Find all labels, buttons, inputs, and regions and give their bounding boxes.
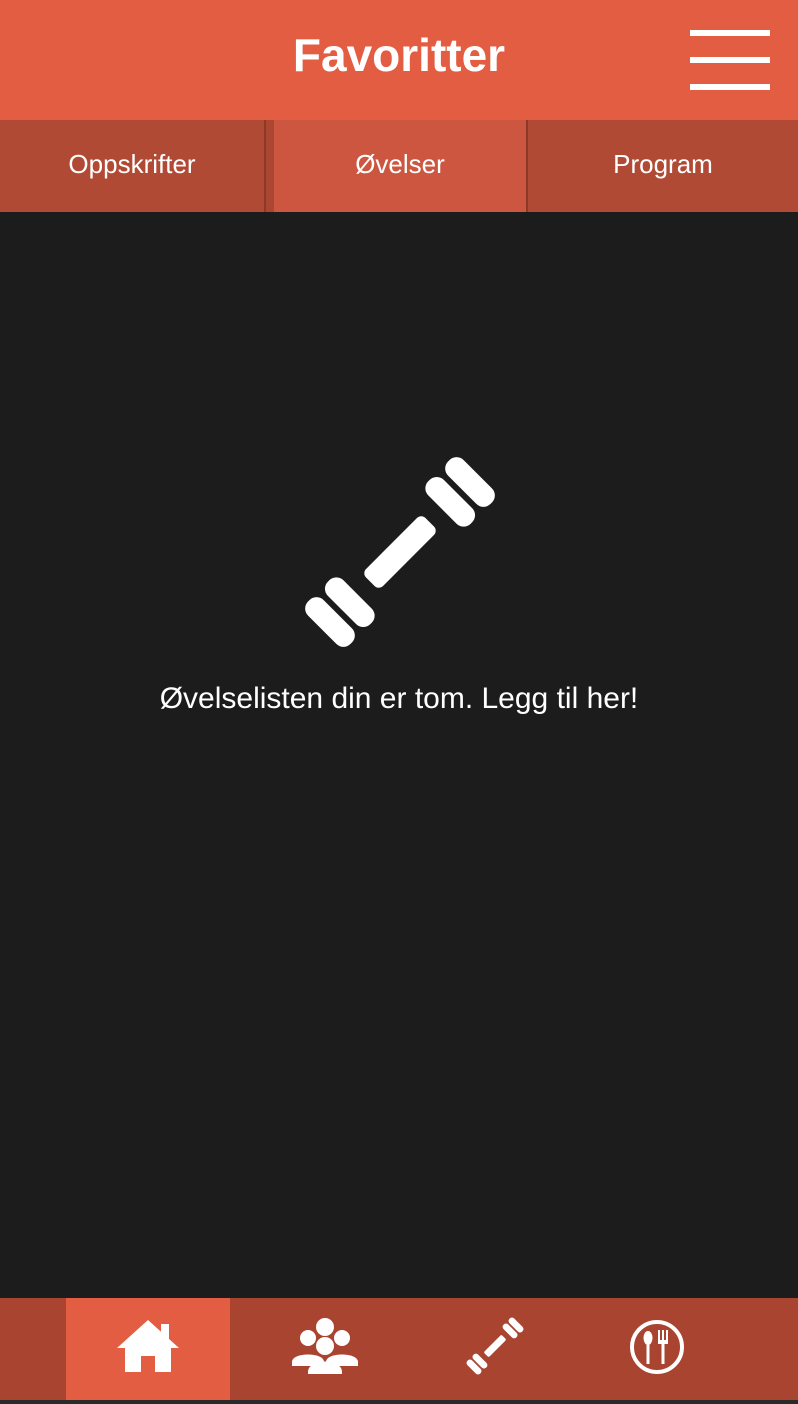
menu-bar-line (690, 30, 770, 36)
plate-cutlery-icon (630, 1320, 684, 1374)
nav-exercises[interactable] (420, 1298, 570, 1402)
dumbbell-icon (466, 1317, 524, 1375)
empty-list-message[interactable]: Øvelselisten din er tom. Legg til her! (0, 682, 798, 716)
menu-bar-line (690, 84, 770, 90)
nav-recipes[interactable] (590, 1298, 740, 1402)
tab-divider (264, 120, 266, 212)
favorites-content: Øvelselisten din er tom. Legg til her! (0, 212, 798, 1298)
nav-community[interactable] (250, 1298, 400, 1402)
tab-program[interactable]: Program (528, 120, 798, 212)
menu-bar-line (690, 57, 770, 63)
dumbbell-icon (300, 452, 500, 652)
nav-home[interactable] (66, 1298, 230, 1402)
bottom-edge (0, 1400, 798, 1404)
home-icon (117, 1320, 179, 1372)
app-screen: Favoritter Oppskrifter Øvelser Program Ø… (0, 0, 798, 1404)
page-title: Favoritter (292, 29, 506, 81)
hamburger-menu-icon[interactable] (690, 30, 770, 90)
tab-oppskrifter[interactable]: Oppskrifter (0, 120, 264, 212)
bottom-navigation (0, 1298, 798, 1404)
header-bar: Favoritter (0, 0, 798, 120)
tab-bar: Oppskrifter Øvelser Program (0, 120, 798, 212)
tab-ovelser[interactable]: Øvelser (274, 120, 526, 212)
group-icon (292, 1318, 358, 1374)
